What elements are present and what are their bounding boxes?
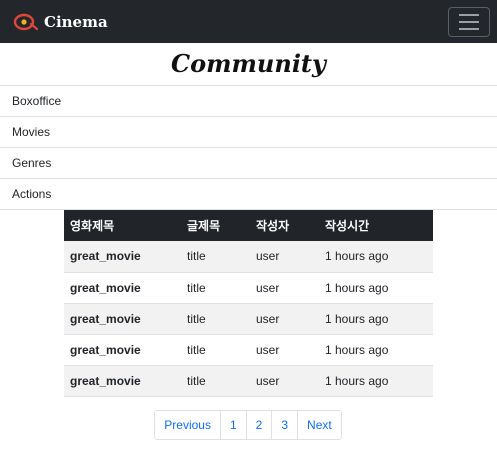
cell-created-time: 1 hours ago: [319, 272, 433, 304]
cell-movie-title: great_movie: [64, 334, 181, 366]
hamburger-menu-icon: [459, 27, 479, 30]
cell-movie-title: great_movie: [64, 365, 181, 397]
cell-movie-title: great_movie: [64, 241, 181, 273]
pagination-next-button[interactable]: Next: [297, 409, 342, 440]
hamburger-menu-icon: [459, 20, 479, 23]
cell-author: user: [250, 303, 319, 335]
brand-name: Cinema: [44, 12, 108, 31]
brand-link[interactable]: Cinema: [12, 12, 108, 32]
film-reel-logo-icon: [13, 13, 38, 30]
pagination-page-2[interactable]: 2: [245, 409, 273, 440]
pagination-page-3[interactable]: 3: [271, 409, 299, 440]
column-header-post-title: 글제목: [187, 219, 221, 233]
cell-created-time: 1 hours ago: [319, 303, 433, 335]
cell-movie-title: great_movie: [64, 272, 181, 304]
column-header-created-time: 작성시간: [325, 219, 370, 233]
table-row[interactable]: great_movie title user 1 hours ago: [64, 272, 433, 304]
navbar-toggle-button[interactable]: [448, 6, 490, 37]
table-row[interactable]: great_movie title user 1 hours ago: [64, 303, 433, 335]
community-table-container: 영화제목 글제목 작성자 작성시간 great_movie title user…: [64, 210, 433, 397]
cell-post-title: title: [181, 365, 250, 397]
menu-item-genres[interactable]: Genres: [0, 148, 497, 179]
cell-author: user: [250, 365, 319, 397]
cell-author: user: [250, 334, 319, 366]
nav-menu: Boxoffice Movies Genres Actions: [0, 85, 497, 210]
table-row[interactable]: great_movie title user 1 hours ago: [64, 334, 433, 366]
cell-movie-title: great_movie: [64, 303, 181, 335]
menu-item-movies[interactable]: Movies: [0, 117, 497, 148]
cell-created-time: 1 hours ago: [319, 365, 433, 397]
pagination: Previous 1 2 3 Next: [0, 409, 497, 440]
cell-post-title: title: [181, 272, 250, 304]
cell-post-title: title: [181, 334, 250, 366]
cell-author: user: [250, 272, 319, 304]
menu-item-boxoffice[interactable]: Boxoffice: [0, 86, 497, 117]
pagination-previous-button[interactable]: Previous: [154, 409, 221, 440]
cell-created-time: 1 hours ago: [319, 241, 433, 273]
cell-post-title: title: [181, 303, 250, 335]
cell-created-time: 1 hours ago: [319, 334, 433, 366]
column-header-author: 작성자: [256, 219, 290, 233]
cell-post-title: title: [181, 241, 250, 273]
menu-item-actions[interactable]: Actions: [0, 179, 497, 210]
table-row[interactable]: great_movie title user 1 hours ago: [64, 365, 433, 397]
table-row[interactable]: great_movie title user 1 hours ago: [64, 241, 433, 273]
community-table: 영화제목 글제목 작성자 작성시간 great_movie title user…: [64, 210, 433, 397]
pagination-page-1[interactable]: 1: [219, 409, 247, 440]
page-title: Community: [171, 49, 326, 78]
navbar: Cinema: [0, 0, 497, 43]
cell-author: user: [250, 241, 319, 273]
column-header-movie-title: 영화제목: [70, 219, 115, 233]
hamburger-menu-icon: [459, 13, 479, 16]
table-header-row: 영화제목 글제목 작성자 작성시간: [64, 210, 433, 241]
